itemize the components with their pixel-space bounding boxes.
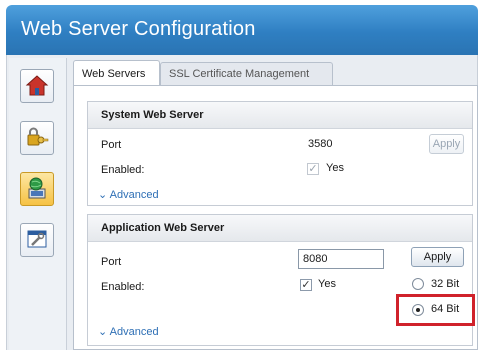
radio-32-bit[interactable] [412, 278, 424, 290]
app-enabled-checkbox[interactable]: ✓ [300, 279, 312, 291]
chevron-down-icon: ⌄ [98, 326, 108, 338]
app-advanced-link[interactable]: ⌄ Advanced [98, 325, 159, 338]
tab-web-servers[interactable]: Web Servers [73, 60, 160, 86]
app-enabled-label: Enabled: [101, 281, 145, 293]
nav-home-button[interactable] [20, 69, 54, 103]
nav-network-button[interactable] [20, 172, 54, 206]
app-port-label: Port [101, 256, 122, 268]
tab-ssl-certificate-management[interactable]: SSL Certificate Management [160, 62, 333, 85]
system-enabled-label: Enabled: [101, 164, 145, 176]
annotation-highlight-box [396, 294, 475, 326]
system-enabled-value: Yes [326, 162, 344, 174]
tab-strip: Web Servers SSL Certificate Management [73, 60, 478, 86]
tab-ssl-label: SSL Certificate Management [169, 68, 310, 80]
globe-computer-icon [28, 177, 46, 199]
chevron-down-icon: ⌄ [98, 189, 108, 201]
system-web-server-title: System Web Server [88, 102, 472, 129]
system-apply-button[interactable]: Apply [429, 134, 464, 154]
app-advanced-label: Advanced [109, 326, 159, 338]
left-nav [9, 58, 67, 350]
system-enabled-checkbox[interactable]: ✓ [307, 163, 319, 175]
app-enabled-value: Yes [318, 278, 336, 290]
lock-key-icon [27, 127, 49, 146]
tab-web-servers-label: Web Servers [82, 68, 146, 80]
app-port-input[interactable]: 8080 [298, 249, 384, 269]
home-icon [25, 75, 49, 96]
window-title: Web Server Configuration [21, 18, 256, 40]
window-wrench-icon [27, 230, 47, 248]
app-apply-button[interactable]: Apply [411, 247, 464, 267]
system-web-server-section: System Web Server Port 3580 Apply Enable… [87, 101, 473, 206]
title-bar: Web Server Configuration [6, 5, 478, 55]
system-advanced-link[interactable]: ⌄ Advanced [98, 188, 159, 201]
nav-settings-button[interactable] [20, 223, 54, 257]
system-advanced-label: Advanced [109, 189, 159, 201]
radio-32-bit-label: 32 Bit [431, 278, 460, 290]
nav-security-button[interactable] [20, 121, 54, 155]
application-web-server-title: Application Web Server [88, 215, 472, 242]
system-port-label: Port [101, 139, 122, 151]
application-web-server-section: Application Web Server Port 8080 Apply E… [87, 214, 473, 346]
system-port-value: 3580 [308, 138, 333, 150]
